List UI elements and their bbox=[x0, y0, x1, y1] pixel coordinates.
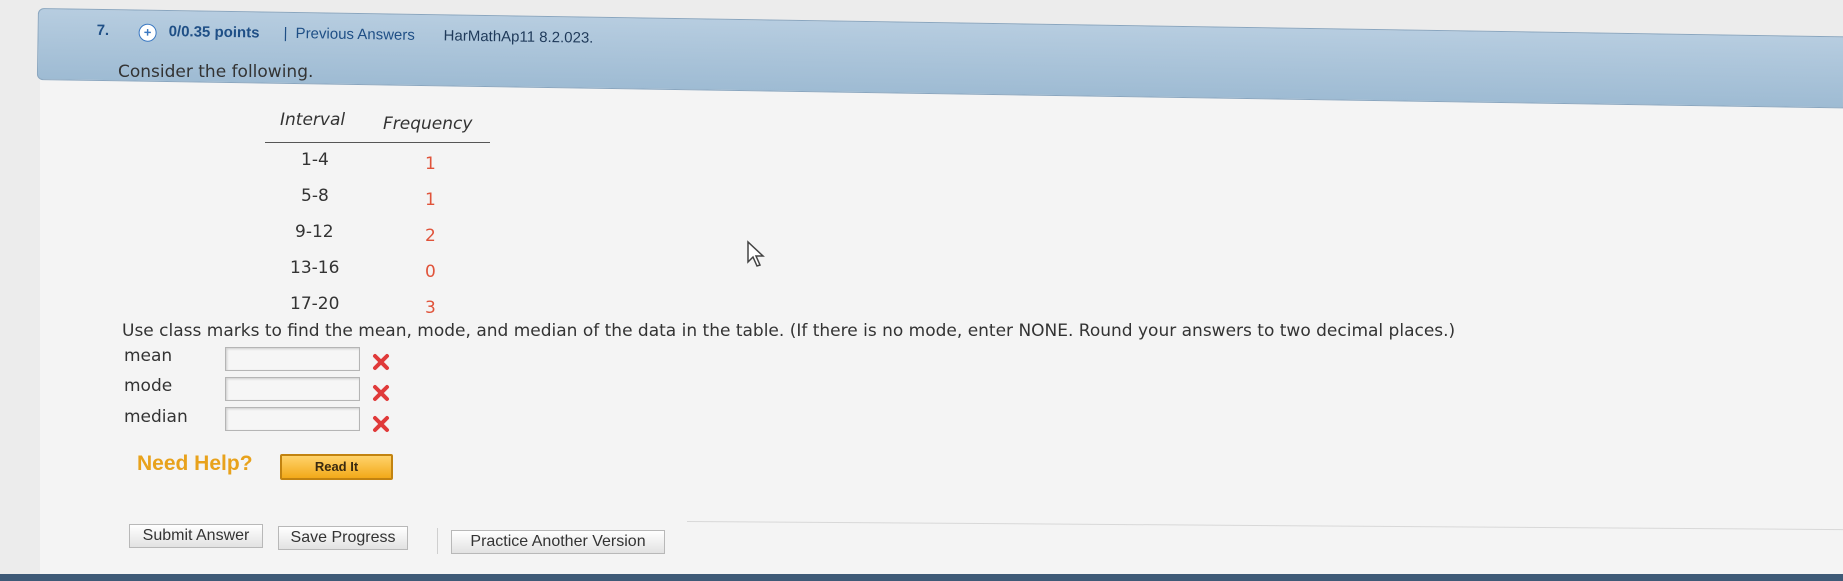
frequency-header: Frequency bbox=[383, 114, 473, 134]
mode-label: mode bbox=[124, 376, 173, 396]
table-header-rule bbox=[265, 142, 490, 143]
median-label: median bbox=[124, 407, 188, 427]
instructions: Use class marks to find the mean, mode, … bbox=[122, 321, 1456, 341]
read-it-button[interactable]: Read It bbox=[280, 454, 393, 480]
mouse-cursor-icon bbox=[747, 240, 765, 267]
mean-label: mean bbox=[124, 346, 173, 366]
frequency-cell: 0 bbox=[425, 262, 436, 282]
incorrect-x-icon bbox=[373, 385, 389, 401]
interval-header: Interval bbox=[280, 110, 346, 130]
need-help-label: Need Help? bbox=[137, 452, 253, 475]
frequency-cell: 1 bbox=[425, 154, 436, 174]
interval-cell: 9-12 bbox=[295, 222, 334, 242]
button-divider bbox=[437, 528, 438, 554]
interval-cell: 5-8 bbox=[301, 186, 329, 206]
interval-cell: 17-20 bbox=[290, 294, 340, 314]
practice-another-version-button[interactable]: Practice Another Version bbox=[451, 530, 665, 554]
mode-input[interactable] bbox=[225, 377, 360, 401]
header-separator: | bbox=[283, 24, 288, 42]
frequency-cell: 3 bbox=[425, 298, 436, 318]
next-question-bar bbox=[0, 574, 1843, 581]
frequency-cell: 1 bbox=[425, 190, 436, 210]
frequency-cell: 2 bbox=[425, 226, 436, 246]
save-progress-button[interactable]: Save Progress bbox=[278, 526, 408, 550]
interval-cell: 1-4 bbox=[301, 150, 329, 170]
incorrect-x-icon bbox=[373, 416, 389, 432]
previous-answers-link[interactable]: Previous Answers bbox=[295, 25, 414, 44]
expand-plus-icon[interactable]: + bbox=[138, 23, 157, 42]
incorrect-x-icon bbox=[373, 354, 389, 370]
interval-cell: 13-16 bbox=[290, 258, 340, 278]
points-score: 0/0.35 points bbox=[168, 23, 260, 42]
question-number: 7. bbox=[96, 21, 110, 40]
mean-input[interactable] bbox=[225, 347, 360, 371]
question-prompt: Consider the following. bbox=[118, 62, 314, 82]
median-input[interactable] bbox=[225, 407, 360, 431]
submit-answer-button[interactable]: Submit Answer bbox=[129, 524, 263, 548]
assignment-code: HarMathAp11 8.2.023. bbox=[443, 27, 594, 47]
